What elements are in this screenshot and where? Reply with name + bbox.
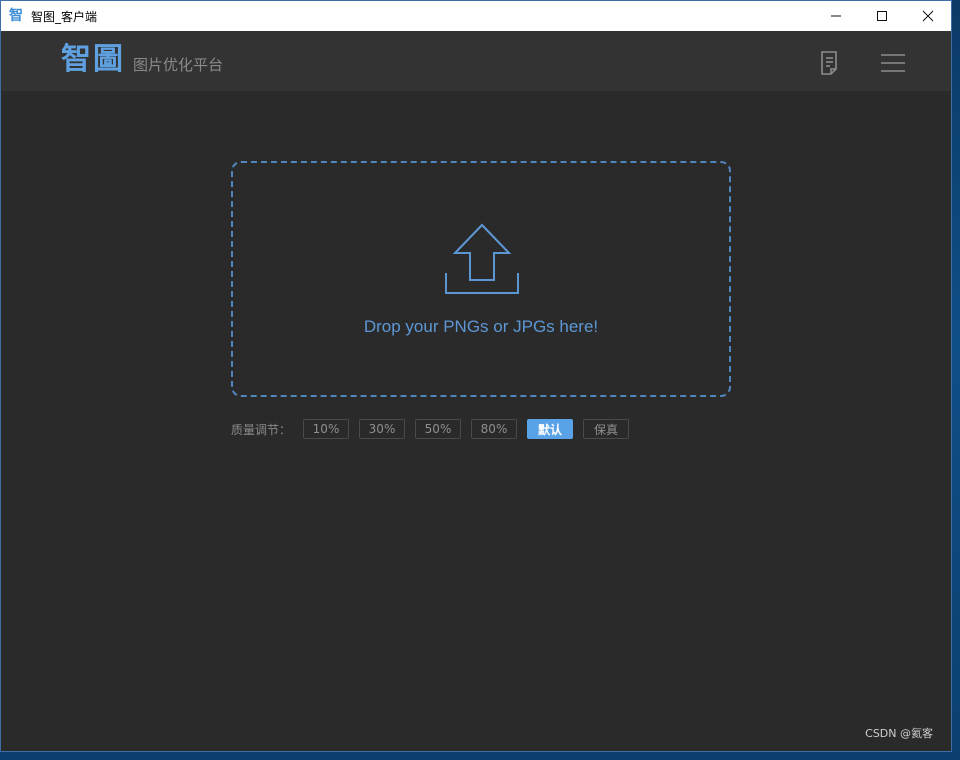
quality-label: 质量调节： (231, 422, 292, 437)
quality-option-lossless[interactable]: 保真 (583, 419, 630, 439)
brand-subtitle: 图片优化平台 (133, 56, 224, 74)
logo: 智圖 (61, 42, 125, 77)
maximize-button[interactable] (859, 1, 905, 31)
brand[interactable]: 智圖 图片优化平台 (61, 43, 223, 77)
maximize-icon (877, 11, 887, 21)
close-icon (922, 10, 934, 22)
minimize-icon (831, 15, 841, 17)
app-icon: 智 (9, 8, 23, 24)
title-bar[interactable]: 智 智图_客户端 (1, 1, 951, 31)
quality-option-30[interactable]: 30% (359, 419, 406, 439)
document-icon[interactable] (816, 49, 844, 77)
quality-option-10[interactable]: 10% (303, 419, 350, 439)
drop-zone[interactable]: Drop your PNGs or JPGs here! (231, 161, 731, 397)
hamburger-menu-icon[interactable] (879, 49, 907, 77)
quality-selector: 质量调节： 10% 30% 50% 80% 默认 保真 (231, 418, 639, 440)
quality-option-80[interactable]: 80% (471, 419, 518, 439)
window-title: 智图_客户端 (31, 9, 98, 24)
quality-option-50[interactable]: 50% (415, 419, 462, 439)
quality-option-default[interactable]: 默认 (527, 419, 574, 439)
window-controls (813, 1, 951, 31)
drop-instruction: Drop your PNGs or JPGs here! (363, 317, 599, 336)
upload-arrow-icon (445, 223, 519, 294)
close-button[interactable] (905, 1, 951, 31)
app-header: 智圖 图片优化平台 (1, 31, 951, 91)
minimize-button[interactable] (813, 1, 859, 31)
watermark: CSDN @氦客 (865, 727, 933, 740)
app-window: 智 智图_客户端 智圖 图片优化平台 Drop your PNGs or JPG… (0, 0, 952, 752)
